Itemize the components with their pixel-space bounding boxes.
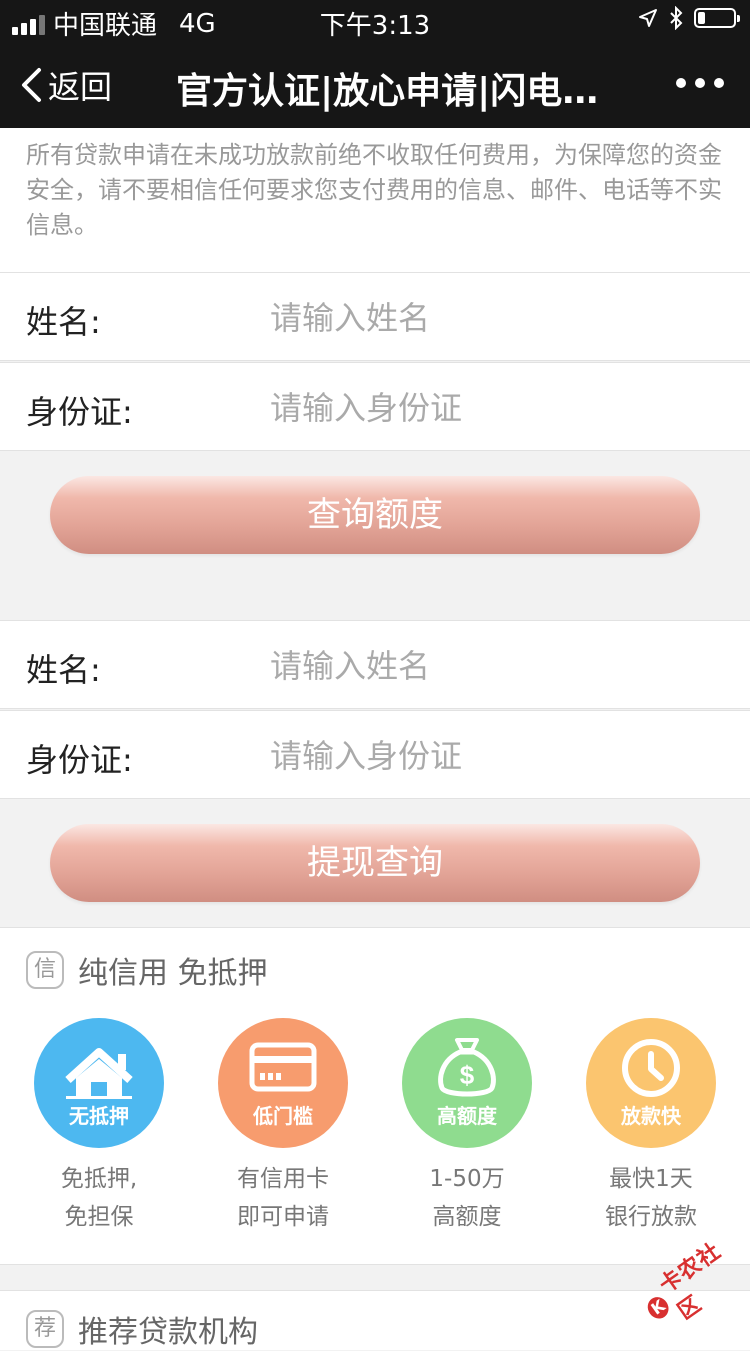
id-card-input-2[interactable]	[268, 729, 722, 783]
recommend-section: 荐 推荐贷款机构	[0, 1290, 750, 1350]
svg-text:$: $	[460, 1060, 475, 1090]
withdraw-query-button[interactable]: 提现查询	[50, 824, 700, 902]
nav-bar: 返回 官方认证|放心申请|闪电…	[0, 42, 750, 128]
feature-fast-loan[interactable]: 放款快 最快1天 银行放款	[559, 1018, 743, 1236]
recommend-badge-icon: 荐	[26, 1310, 64, 1348]
more-menu-button[interactable]	[676, 78, 724, 88]
recommend-title: 推荐贷款机构	[78, 1315, 258, 1350]
bluetooth-icon	[670, 6, 683, 30]
features-section: 信 纯信用 免抵押 无抵押 免抵押, 免担保 低门槛 有信用卡 即可申请 $ 高…	[0, 927, 750, 1265]
id-card-row: 身份证:	[0, 362, 750, 451]
feature-high-limit[interactable]: $ 高额度 1-50万 高额度	[375, 1018, 559, 1236]
feature-badge: 放款快	[621, 1104, 681, 1128]
notice-text: 所有贷款申请在未成功放款前绝不收取任何费用，为保障您的资金安全，请不要相信任何要…	[26, 141, 722, 239]
more-dots-icon	[676, 78, 686, 88]
features-title: 纯信用 免抵押	[78, 956, 268, 991]
back-label: 返回	[48, 68, 113, 106]
money-bag-icon: $ 高额度	[402, 1018, 532, 1148]
status-bar: 中国联通 4G 下午3:13	[0, 0, 750, 42]
id-card-label-2: 身份证:	[26, 741, 133, 779]
notice-panel: 所有贷款申请在未成功放款前绝不收取任何费用，为保障您的资金安全，请不要相信任何要…	[0, 128, 750, 272]
location-arrow-icon	[639, 9, 657, 27]
features-header: 信 纯信用 免抵押	[26, 948, 268, 992]
feature-desc-line2: 免担保	[64, 1204, 134, 1230]
id-card-input[interactable]	[268, 381, 722, 435]
feature-desc-line2: 即可申请	[237, 1204, 329, 1230]
feature-desc-line1: 1-50万	[429, 1166, 505, 1192]
back-button[interactable]: 返回	[20, 62, 112, 108]
query-limit-button[interactable]: 查询额度	[50, 476, 700, 554]
feature-no-collateral[interactable]: 无抵押 免抵押, 免担保	[7, 1018, 191, 1236]
battery-icon	[694, 8, 740, 28]
name-input-2[interactable]	[268, 639, 722, 693]
card-icon: 低门槛	[218, 1018, 348, 1148]
name-row: 姓名:	[0, 272, 750, 361]
id-card-row-2: 身份证:	[0, 710, 750, 799]
chevron-left-icon	[22, 68, 41, 102]
feature-desc-line1: 免抵押,	[60, 1166, 138, 1192]
recommend-header: 荐 推荐贷款机构	[26, 1307, 258, 1351]
id-card-label: 身份证:	[26, 393, 133, 431]
feature-desc-line1: 有信用卡	[237, 1166, 329, 1192]
name-input[interactable]	[268, 291, 722, 345]
house-icon: 无抵押	[34, 1018, 164, 1148]
feature-desc-line2: 高额度	[432, 1204, 502, 1230]
credit-badge-icon: 信	[26, 951, 64, 989]
feature-badge: 高额度	[437, 1104, 497, 1128]
feature-low-threshold[interactable]: 低门槛 有信用卡 即可申请	[191, 1018, 375, 1236]
feature-desc-line1: 最快1天	[609, 1166, 693, 1192]
name-label-2: 姓名:	[26, 651, 101, 689]
page-title: 官方认证|放心申请|闪电…	[176, 71, 599, 112]
name-label: 姓名:	[26, 303, 101, 341]
name-row-2: 姓名:	[0, 620, 750, 709]
feature-badge: 低门槛	[253, 1104, 313, 1128]
feature-badge: 无抵押	[69, 1104, 129, 1128]
clock-icon: 放款快	[586, 1018, 716, 1148]
